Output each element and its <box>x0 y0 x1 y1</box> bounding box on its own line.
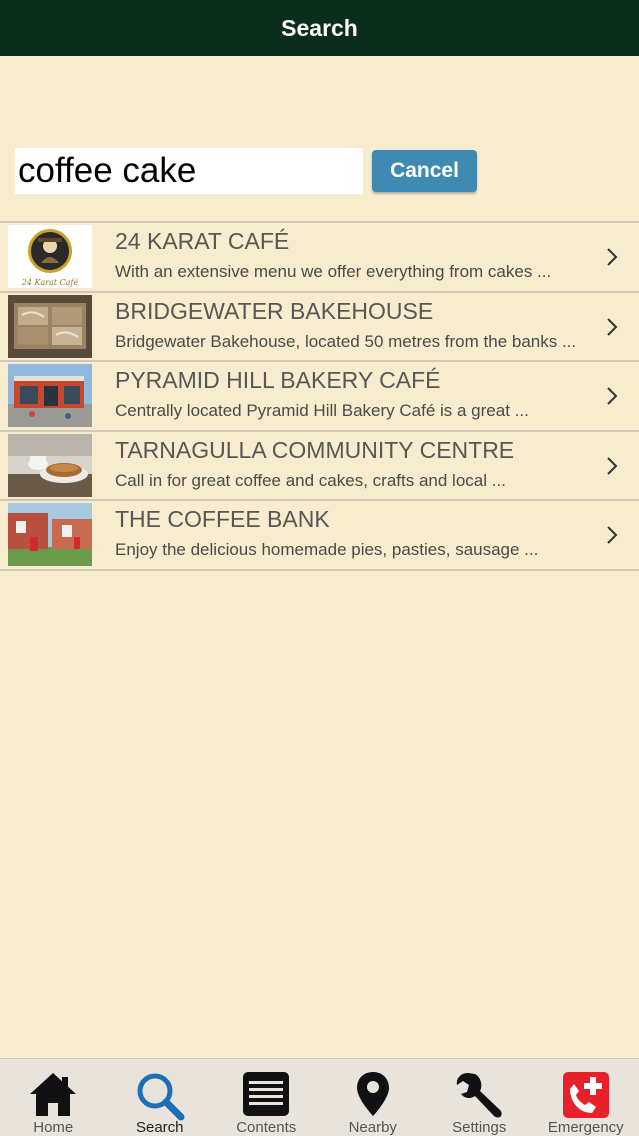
tab-emergency[interactable]: Emergency <box>533 1059 639 1136</box>
list-item[interactable]: PYRAMID HILL BAKERY CAFÉ Centrally locat… <box>0 362 639 432</box>
tab-settings[interactable]: Settings <box>426 1059 533 1136</box>
result-thumbnail: 24 Karat Café <box>8 225 92 288</box>
logo-text: 24 Karat Café <box>21 278 79 287</box>
house-icon <box>30 1073 77 1116</box>
tab-label: Emergency <box>547 1119 624 1136</box>
result-description: Enjoy the delicious homemade pies, pasti… <box>115 540 539 559</box>
emergency-phone-icon <box>562 1072 609 1118</box>
tab-bar: Home Search Contents Nearby Settings Eme… <box>0 1058 639 1136</box>
list-item[interactable]: TARNAGULLA COMMUNITY CENTRE Call in for … <box>0 432 639 501</box>
tab-label: Home <box>33 1119 74 1136</box>
list-icon <box>243 1072 290 1116</box>
chevron-right-icon <box>607 387 618 405</box>
magnifier-icon <box>137 1073 185 1121</box>
chevron-right-icon <box>607 248 618 266</box>
result-description: Call in for great coffee and cakes, craf… <box>115 470 506 490</box>
tab-contents[interactable]: Contents <box>213 1059 320 1136</box>
result-title: TARNAGULLA COMMUNITY CENTRE <box>115 436 515 463</box>
map-pin-icon <box>356 1072 389 1116</box>
result-description: With an extensive menu we offer everythi… <box>115 262 552 281</box>
result-title: THE COFFEE BANK <box>115 506 330 532</box>
tab-label: Nearby <box>348 1119 397 1136</box>
tab-label: Search <box>135 1119 184 1136</box>
list-item[interactable]: 24 Karat Café 24 KARAT CAFÉ With an exte… <box>0 223 639 293</box>
chevron-right-icon <box>607 456 618 475</box>
results-list: 24 Karat Café 24 KARAT CAFÉ With an exte… <box>0 221 639 571</box>
result-title: PYRAMID HILL BAKERY CAFÉ <box>115 367 441 393</box>
result-thumbnail <box>8 294 92 358</box>
result-title: BRIDGEWATER BAKEHOUSE <box>115 297 434 324</box>
tab-label: Contents <box>236 1119 297 1136</box>
tab-home[interactable]: Home <box>0 1059 107 1136</box>
chevron-right-icon <box>607 526 618 544</box>
tab-label: Settings <box>452 1119 507 1136</box>
page-title: Search <box>281 14 358 41</box>
search-row: Cancel <box>15 148 625 194</box>
result-title: 24 KARAT CAFÉ <box>115 228 290 254</box>
result-description: Centrally located Pyramid Hill Bakery Ca… <box>115 401 529 420</box>
result-thumbnail <box>8 433 92 497</box>
navigation-bar: Search <box>0 0 639 56</box>
tab-nearby[interactable]: Nearby <box>320 1059 427 1136</box>
result-thumbnail <box>8 503 92 566</box>
wrench-icon <box>457 1073 502 1118</box>
result-description: Bridgewater Bakehouse, located 50 metres… <box>115 331 577 351</box>
tab-search[interactable]: Search <box>107 1059 214 1136</box>
result-thumbnail <box>8 364 92 427</box>
cancel-button[interactable]: Cancel <box>372 150 477 192</box>
chevron-right-icon <box>607 317 618 336</box>
search-input[interactable] <box>15 148 363 194</box>
list-item[interactable]: THE COFFEE BANK Enjoy the delicious home… <box>0 501 639 571</box>
list-item[interactable]: BRIDGEWATER BAKEHOUSE Bridgewater Bakeho… <box>0 293 639 362</box>
